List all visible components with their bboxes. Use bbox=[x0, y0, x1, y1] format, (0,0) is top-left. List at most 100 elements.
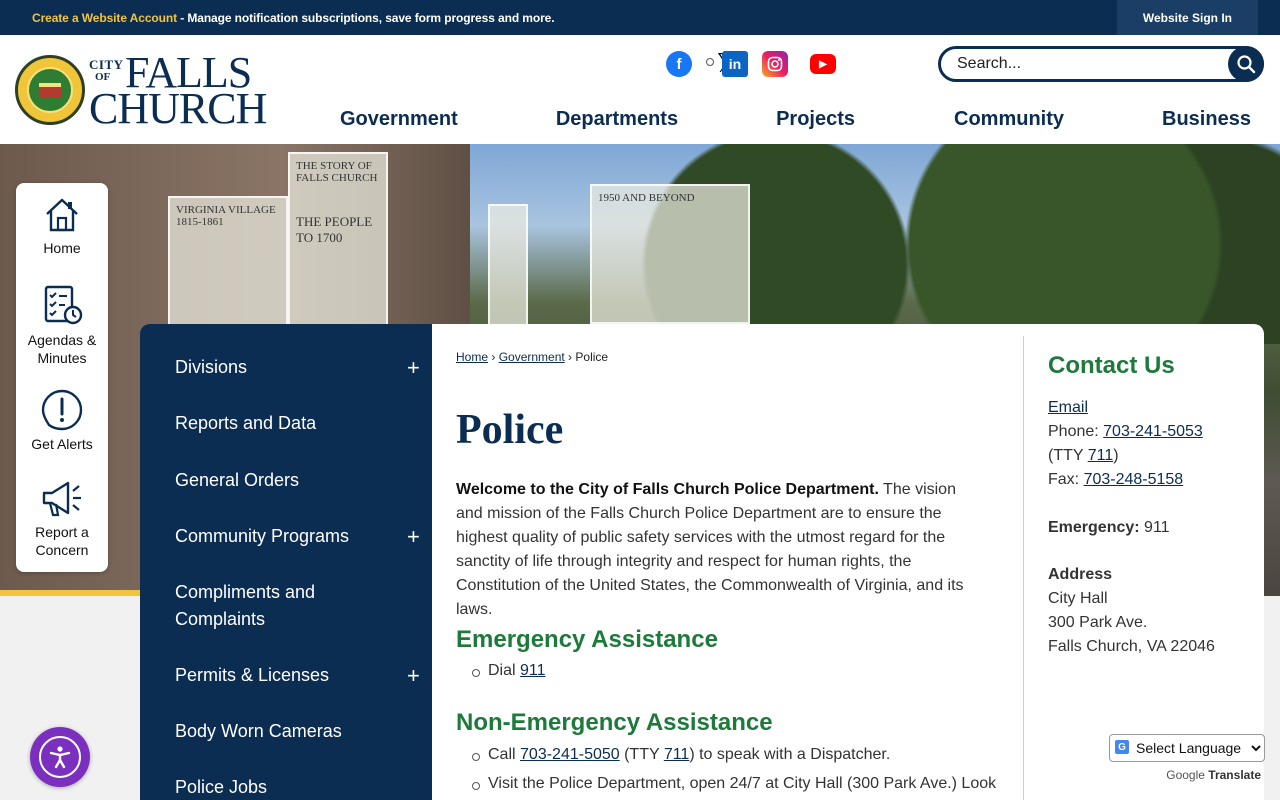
language-select[interactable]: Select Language bbox=[1109, 734, 1265, 762]
expand-icon[interactable]: + bbox=[407, 354, 420, 381]
nav-departments[interactable]: Departments bbox=[556, 108, 678, 131]
quick-link-alerts[interactable]: Get Alerts bbox=[16, 389, 108, 453]
wordmark-of: OF bbox=[95, 71, 111, 83]
hero-panel-text: THE PEOPLE TO 1700 bbox=[296, 214, 373, 245]
dispatch-tty-link[interactable]: 711 bbox=[664, 746, 690, 763]
sidebar-item-divisions[interactable]: Divisions + bbox=[175, 354, 420, 381]
breadcrumb-current: Police bbox=[575, 350, 609, 364]
hero-panel-text: THE STORY OF FALLS CHURCH bbox=[296, 160, 378, 184]
list-item: Call 703-241-5050 (TTY 711) to speak wit… bbox=[472, 746, 1008, 764]
sidebar-item-community-programs[interactable]: Community Programs + bbox=[175, 523, 420, 550]
top-bar: Create a Website Account - Manage notifi… bbox=[0, 0, 1280, 35]
contact-fax-link[interactable]: 703-248-5158 bbox=[1084, 471, 1184, 488]
nav-community[interactable]: Community bbox=[954, 108, 1064, 131]
sidebar-item-general-orders[interactable]: General Orders bbox=[175, 467, 415, 494]
instagram-icon[interactable] bbox=[762, 51, 788, 77]
quick-link-label: Agendas & Minutes bbox=[27, 332, 97, 366]
sidebar-item-label: Reports and Data bbox=[175, 413, 317, 433]
address-line: 300 Park Ave. bbox=[1048, 614, 1148, 631]
quick-links: Home Agendas & Minutes Get Alerts Report… bbox=[16, 183, 108, 572]
list-text: Dial bbox=[488, 662, 521, 679]
emergency-heading: Emergency Assistance bbox=[456, 626, 718, 653]
website-sign-in-button[interactable]: Website Sign In bbox=[1116, 0, 1258, 35]
quick-link-label: Report a Concern bbox=[35, 524, 89, 558]
google-translate-widget: G Select Language Google Translate bbox=[1109, 734, 1265, 782]
search-button[interactable] bbox=[1228, 46, 1264, 82]
sidebar-item-label: Divisions bbox=[175, 357, 248, 377]
list-text: ) to speak with a Dispatcher. bbox=[689, 746, 891, 763]
search-box bbox=[938, 46, 1264, 82]
list-text: Call bbox=[488, 746, 521, 763]
nav-projects[interactable]: Projects bbox=[776, 108, 855, 131]
contact-heading: Contact Us bbox=[1048, 352, 1175, 379]
sidebar-item-label: Compliments and Complaints bbox=[175, 582, 316, 629]
sidebar-item-police-jobs[interactable]: Police Jobs bbox=[175, 774, 415, 800]
hero-panel bbox=[488, 204, 528, 334]
search-input[interactable] bbox=[957, 55, 1217, 73]
translate-label: Translate bbox=[1208, 768, 1261, 782]
breadcrumb-home[interactable]: Home bbox=[456, 350, 488, 364]
quick-link-report-concern[interactable]: Report a Concern bbox=[16, 479, 108, 559]
quick-link-label: Get Alerts bbox=[31, 436, 93, 452]
sidebar-item-label: Police Jobs bbox=[175, 777, 268, 797]
nav-government[interactable]: Government bbox=[340, 108, 458, 131]
youtube-icon[interactable]: ▶ bbox=[810, 54, 836, 74]
tty-suffix: ) bbox=[1113, 447, 1119, 464]
contact-us-panel: Contact Us Email Phone: 703-241-5053 (TT… bbox=[1048, 352, 1248, 659]
city-logo[interactable]: CITY OF FALLS CHURCH bbox=[15, 51, 267, 131]
sidebar-item-label: Permits & Licenses bbox=[175, 665, 330, 685]
sidebar-item-compliments-and-complaints[interactable]: Compliments and Complaints bbox=[175, 579, 355, 633]
address-line: City Hall bbox=[1048, 590, 1108, 607]
social-links: f 𝕏 ▶ in bbox=[666, 49, 836, 79]
wordmark-city: CITY bbox=[89, 57, 124, 72]
emergency-911-link[interactable]: 911 bbox=[520, 662, 546, 679]
agenda-clock-icon bbox=[44, 285, 83, 325]
breadcrumb-government[interactable]: Government bbox=[499, 350, 565, 364]
accessibility-button[interactable] bbox=[30, 727, 90, 787]
intro-paragraph: Welcome to the City of Falls Church Poli… bbox=[456, 478, 986, 622]
page-title: Police bbox=[456, 407, 564, 453]
nav-business[interactable]: Business bbox=[1162, 108, 1251, 131]
search-icon bbox=[1237, 55, 1256, 74]
breadcrumb: Home › Government › Police bbox=[456, 350, 609, 364]
city-seal-icon bbox=[15, 55, 85, 125]
wordmark-church: CHURCH bbox=[89, 84, 267, 133]
facebook-icon[interactable]: f bbox=[666, 51, 692, 77]
address-label: Address bbox=[1048, 566, 1113, 583]
emergency-number: 911 bbox=[1139, 519, 1170, 536]
alert-icon bbox=[41, 389, 83, 431]
quick-link-label: Home bbox=[43, 240, 81, 256]
sidebar-item-reports-and-data[interactable]: Reports and Data bbox=[175, 410, 415, 437]
dispatch-phone-link[interactable]: 703-241-5050 bbox=[520, 746, 620, 763]
list-text: (TTY bbox=[619, 746, 664, 763]
city-wordmark: CITY OF FALLS CHURCH bbox=[89, 51, 267, 131]
list-item: Visit the Police Department, open 24/7 a… bbox=[472, 775, 1008, 793]
sidebar-item-permits-licenses[interactable]: Permits & Licenses + bbox=[175, 662, 420, 689]
hero-panel: VIRGINIA VILLAGE 1815-1861 bbox=[168, 196, 288, 326]
google-label: Google bbox=[1166, 768, 1205, 782]
hero-panel: THE STORY OF FALLS CHURCH THE PEOPLE TO … bbox=[288, 152, 388, 332]
list-item: Dial 911 bbox=[472, 662, 1008, 680]
sidebar-item-label: General Orders bbox=[175, 470, 300, 490]
linkedin-icon[interactable]: in bbox=[706, 51, 748, 77]
hero-panel: 1950 AND BEYOND bbox=[590, 184, 750, 324]
accessibility-icon bbox=[49, 746, 71, 769]
contact-tty-link[interactable]: 711 bbox=[1088, 447, 1114, 464]
account-message-text: - Manage notification subscriptions, sav… bbox=[176, 10, 555, 25]
home-icon bbox=[46, 198, 78, 232]
intro-bold: Welcome to the City of Falls Church Poli… bbox=[456, 481, 879, 498]
list-text: Visit the Police Department, open 24/7 a… bbox=[488, 775, 997, 792]
create-account-link[interactable]: Create a Website Account bbox=[32, 11, 177, 25]
sidebar-item-label: Community Programs bbox=[175, 526, 350, 546]
expand-icon[interactable]: + bbox=[407, 662, 420, 689]
expand-icon[interactable]: + bbox=[407, 523, 420, 550]
non-emergency-heading: Non-Emergency Assistance bbox=[456, 709, 773, 736]
contact-phone-link[interactable]: 703-241-5053 bbox=[1103, 423, 1203, 440]
sidebar-item-body-worn-cameras[interactable]: Body Worn Cameras bbox=[175, 718, 415, 745]
fax-label: Fax: bbox=[1048, 471, 1084, 488]
contact-email-link[interactable]: Email bbox=[1048, 399, 1088, 416]
sidebar-item-label: Body Worn Cameras bbox=[175, 721, 342, 741]
megaphone-icon bbox=[42, 481, 81, 517]
quick-link-home[interactable]: Home bbox=[16, 195, 108, 257]
quick-link-agendas[interactable]: Agendas & Minutes bbox=[16, 283, 108, 367]
